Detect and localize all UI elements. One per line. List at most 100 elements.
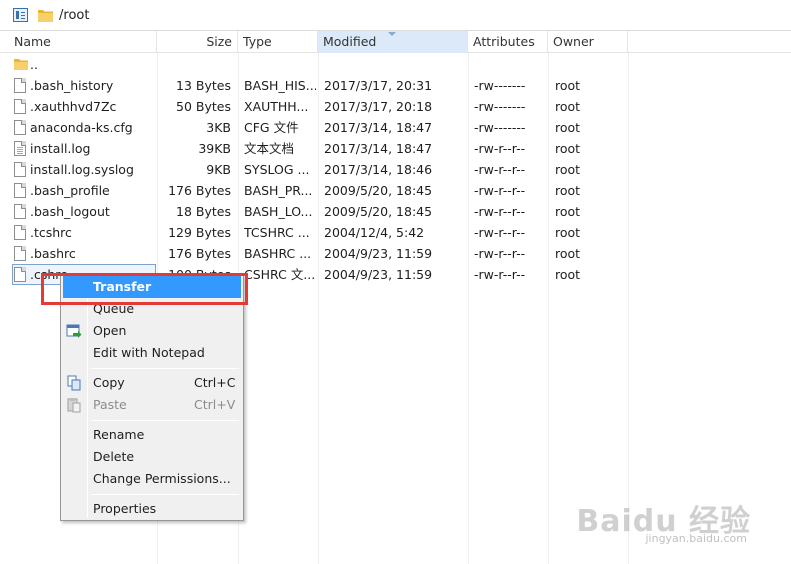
file-row[interactable]: .tcshrc 129 Bytes TCSHRC ... 2004/12/4, … xyxy=(0,222,791,243)
file-owner: root xyxy=(555,78,581,93)
file-icon xyxy=(14,246,26,261)
file-name: install.log.syslog xyxy=(30,162,134,177)
menu-separator xyxy=(91,494,239,495)
file-type: CSHRC 文... xyxy=(244,267,316,282)
file-modified: 2017/3/17, 20:31 xyxy=(324,78,433,93)
highlight-annotation-box xyxy=(41,273,248,305)
menu-item-copy[interactable]: Copy Ctrl+C xyxy=(63,372,241,394)
file-owner: root xyxy=(555,141,581,156)
file-attributes: -rw-r--r-- xyxy=(474,246,526,261)
file-attributes: -rw------- xyxy=(474,120,526,135)
menu-item-properties[interactable]: Properties xyxy=(63,498,241,520)
file-icon xyxy=(14,183,26,198)
menu-item-label: Rename xyxy=(93,427,145,442)
paste-icon xyxy=(67,398,81,413)
file-attributes: -rw-r--r-- xyxy=(474,162,526,177)
file-owner: root xyxy=(555,183,581,198)
file-modified: 2004/9/23, 11:59 xyxy=(324,246,433,261)
file-type: BASH_HIS... xyxy=(244,78,316,93)
file-icon xyxy=(14,204,26,219)
file-modified: 2017/3/14, 18:47 xyxy=(324,120,433,135)
folder-icon xyxy=(14,59,28,70)
file-type: TCSHRC ... xyxy=(244,225,310,240)
file-modified: 2017/3/14, 18:46 xyxy=(324,162,433,177)
menu-item-edit-with-notepad[interactable]: Edit with Notepad xyxy=(63,342,241,364)
menu-item-delete[interactable]: Delete xyxy=(63,446,241,468)
toggle-tree-icon[interactable] xyxy=(13,8,28,22)
sort-descending-icon xyxy=(388,32,396,36)
file-row[interactable]: .bashrc 176 Bytes BASHRC ... 2004/9/23, … xyxy=(0,243,791,264)
file-owner: root xyxy=(555,99,581,114)
file-row[interactable]: install.log.syslog 9KB SYSLOG ... 2017/3… xyxy=(0,159,791,180)
column-header-size[interactable]: Size xyxy=(157,31,238,53)
menu-item-open[interactable]: Open xyxy=(63,320,241,342)
column-header-type[interactable]: Type xyxy=(238,31,318,53)
file-size: 129 Bytes xyxy=(168,225,231,240)
file-row[interactable]: anaconda-ks.cfg 3KB CFG 文件 2017/3/14, 18… xyxy=(0,117,791,138)
context-menu: Transfer Queue Open Edit with Notepad Co… xyxy=(60,274,244,521)
folder-icon xyxy=(38,10,53,22)
file-attributes: -rw------- xyxy=(474,99,526,114)
file-modified: 2017/3/14, 18:47 xyxy=(324,141,433,156)
file-type: BASH_LO... xyxy=(244,204,313,219)
file-size: 176 Bytes xyxy=(168,183,231,198)
text-file-icon xyxy=(14,141,26,156)
menu-item-label: Change Permissions... xyxy=(93,471,231,486)
file-size: 176 Bytes xyxy=(168,246,231,261)
file-modified: 2017/3/17, 20:18 xyxy=(324,99,433,114)
menu-separator xyxy=(91,368,239,369)
file-owner: root xyxy=(555,162,581,177)
file-size: 9KB xyxy=(206,162,231,177)
file-icon xyxy=(14,78,26,93)
file-attributes: -rw-r--r-- xyxy=(474,204,526,219)
column-header-attributes[interactable]: Attributes xyxy=(468,31,548,53)
menu-item-shortcut: Ctrl+C xyxy=(194,375,236,390)
file-row[interactable]: .bash_logout 18 Bytes BASH_LO... 2009/5/… xyxy=(0,201,791,222)
file-attributes: -rw------- xyxy=(474,78,526,93)
file-name: .bash_profile xyxy=(30,183,110,198)
file-owner: root xyxy=(555,267,581,282)
file-modified: 2009/5/20, 18:45 xyxy=(324,183,433,198)
file-row[interactable]: .bash_history 13 Bytes BASH_HIS... 2017/… xyxy=(0,75,791,96)
file-attributes: -rw-r--r-- xyxy=(474,141,526,156)
file-name: .bash_history xyxy=(30,78,114,93)
menu-item-rename[interactable]: Rename xyxy=(63,424,241,446)
file-icon xyxy=(14,99,26,114)
file-type: 文本文档 xyxy=(244,141,295,156)
path-bar: /root xyxy=(0,0,791,31)
file-owner: root xyxy=(555,120,581,135)
file-type: BASH_PR... xyxy=(244,183,313,198)
file-owner: root xyxy=(555,204,581,219)
file-name: install.log xyxy=(30,141,91,156)
file-icon xyxy=(14,162,26,177)
file-modified: 2004/9/23, 11:59 xyxy=(324,267,433,282)
menu-item-change-permissions[interactable]: Change Permissions... xyxy=(63,468,241,490)
parent-directory-row[interactable]: .. xyxy=(0,54,791,75)
file-size: 13 Bytes xyxy=(176,78,231,93)
file-size: 50 Bytes xyxy=(176,99,231,114)
file-owner: root xyxy=(555,246,581,261)
file-attributes: -rw-r--r-- xyxy=(474,267,526,282)
file-attributes: -rw-r--r-- xyxy=(474,183,526,198)
file-size: 3KB xyxy=(206,120,231,135)
column-header-owner[interactable]: Owner xyxy=(548,31,628,53)
file-modified: 2004/12/4, 5:42 xyxy=(324,225,425,240)
menu-item-shortcut: Ctrl+V xyxy=(194,397,236,412)
file-icon xyxy=(14,225,26,240)
file-type: BASHRC ... xyxy=(244,246,312,261)
file-row[interactable]: .xauthhvd7Zc 50 Bytes XAUTHH... 2017/3/1… xyxy=(0,96,791,117)
file-name: .. xyxy=(30,57,38,72)
file-name: .xauthhvd7Zc xyxy=(30,99,117,114)
menu-item-label: Edit with Notepad xyxy=(93,345,205,360)
menu-item-label: Open xyxy=(93,323,127,338)
column-header-name[interactable]: Name xyxy=(9,31,157,53)
menu-item-paste[interactable]: Paste Ctrl+V xyxy=(63,394,241,416)
file-attributes: -rw-r--r-- xyxy=(474,225,526,240)
open-icon xyxy=(66,324,82,338)
file-name: .tcshrc xyxy=(30,225,72,240)
file-row[interactable]: .bash_profile 176 Bytes BASH_PR... 2009/… xyxy=(0,180,791,201)
file-row[interactable]: install.log 39KB 文本文档 2017/3/14, 18:47 -… xyxy=(0,138,791,159)
current-path[interactable]: /root xyxy=(59,8,89,23)
copy-icon xyxy=(67,375,81,391)
file-type: CFG 文件 xyxy=(244,120,299,135)
